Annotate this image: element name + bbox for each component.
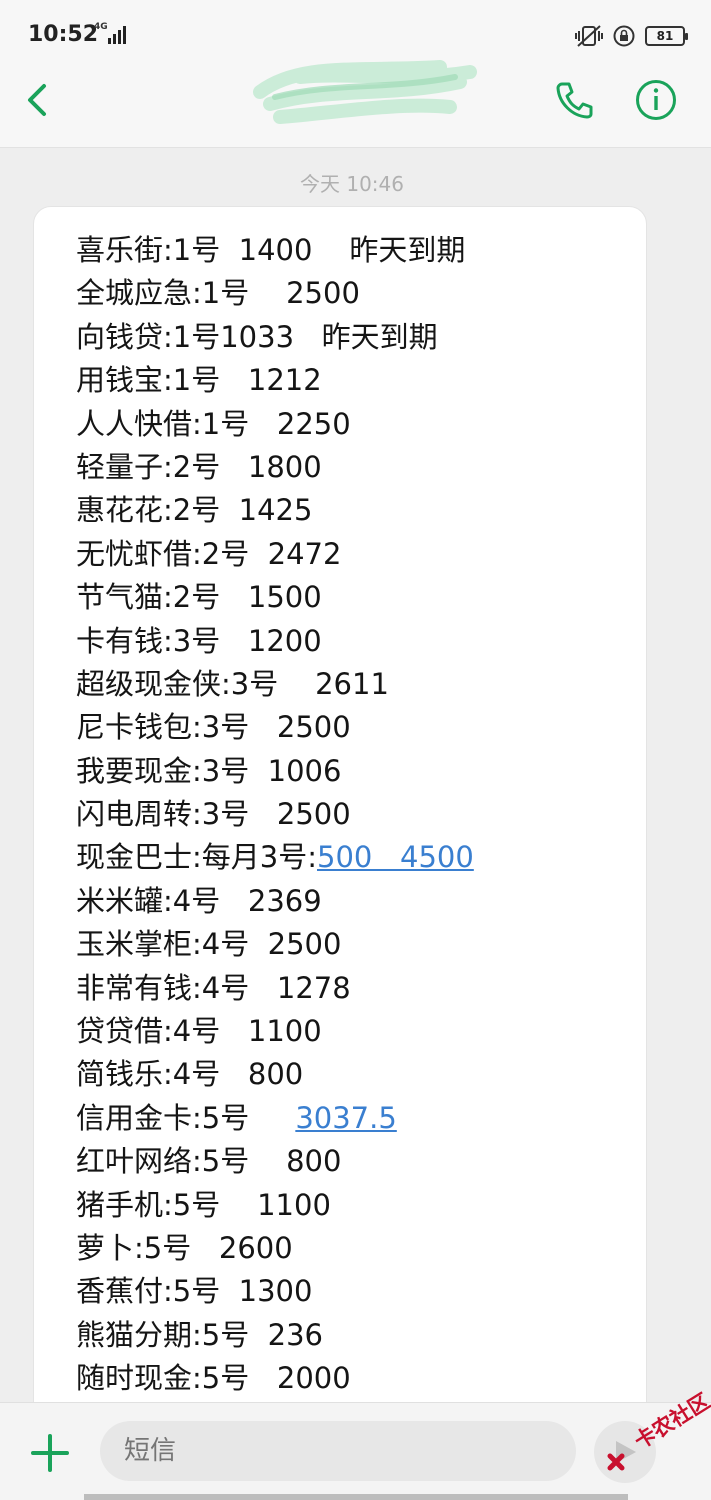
battery-icon: 81 bbox=[645, 26, 688, 46]
message-line: 人人快借:1号 2250 bbox=[76, 403, 474, 446]
message-line-text: 用钱宝:1号 1212 bbox=[76, 363, 322, 398]
message-line: 惠花花:2号 1425 bbox=[76, 489, 474, 532]
message-line-text: 喜乐街:1号 1400 昨天到期 bbox=[76, 233, 466, 267]
message-line: 无忧虾借:2号 2472 bbox=[76, 533, 474, 576]
conversation-header bbox=[0, 60, 711, 148]
message-line-text: 非常有钱:4号 1278 bbox=[76, 970, 351, 1005]
phone-icon[interactable] bbox=[552, 78, 596, 122]
message-line-text: 人人快借:1号 2250 bbox=[76, 406, 351, 441]
message-line: 香蕉付:5号 1300 bbox=[76, 1270, 474, 1313]
rotation-lock-icon bbox=[613, 25, 635, 47]
message-line: 非常有钱:4号 1278 bbox=[76, 967, 474, 1010]
message-line: 红叶网络:5号 800 bbox=[76, 1140, 474, 1183]
message-line-text: 米米罐:4号 2369 bbox=[76, 883, 322, 918]
message-link[interactable]: 500 4500 bbox=[317, 840, 474, 874]
message-line-text: 全城应急:1号 2500 bbox=[76, 276, 360, 311]
message-line: 简钱乐:4号 800 bbox=[76, 1053, 474, 1096]
message-body: 喜乐街:1号 1400 昨天到期 全城应急:1号 2500 向钱贷:1号1033 昨… bbox=[76, 229, 474, 1401]
message-input[interactable] bbox=[100, 1421, 576, 1481]
message-line-text: 萝卜:5号 2600 bbox=[76, 1230, 293, 1265]
message-timestamp: 今天 10:46 bbox=[300, 172, 404, 196]
message-line-text: 猪手机:5号 1100 bbox=[76, 1187, 331, 1222]
message-line-text: 我要现金:3号 1006 bbox=[76, 753, 342, 788]
info-icon[interactable] bbox=[634, 78, 678, 122]
message-line: 我要现金:3号 1006 bbox=[76, 750, 474, 793]
message-line-text: 节气猫:2号 1500 bbox=[76, 580, 322, 615]
message-line-text: 现金巴士:每月3号: bbox=[76, 840, 317, 875]
message-line-text: 红叶网络:5号 800 bbox=[76, 1144, 342, 1179]
message-line-text: 惠花花:2号 1425 bbox=[76, 493, 313, 528]
message-line-text: 向钱贷:1号1033 昨天到期 bbox=[76, 319, 438, 354]
message-line-text: 超级现金侠:3号 2611 bbox=[76, 666, 389, 701]
message-line-text: 卡有钱:3号 1200 bbox=[76, 623, 322, 658]
message-line-text: 随时现金:5号 2000 bbox=[76, 1361, 351, 1396]
message-line: 米米罐:4号 2369 bbox=[76, 880, 474, 923]
message-line: 节气猫:2号 1500 bbox=[76, 576, 474, 619]
signal-icon bbox=[108, 26, 128, 44]
message-line: 全城应急:1号 2500 bbox=[76, 272, 474, 315]
vibrate-icon bbox=[575, 25, 603, 47]
message-line: 贷贷借:4号 1100 bbox=[76, 1010, 474, 1053]
network-type: 4G bbox=[94, 22, 108, 32]
navigation-bar bbox=[84, 1494, 628, 1500]
message-line-text: 尼卡钱包:3号 2500 bbox=[76, 710, 351, 745]
message-line: 超级现金侠:3号 2611 bbox=[76, 663, 474, 706]
message-line: 向钱贷:1号1033 昨天到期 bbox=[76, 316, 474, 359]
message-link[interactable]: 3037.5 bbox=[295, 1101, 396, 1135]
message-bubble[interactable]: 喜乐街:1号 1400 昨天到期 全城应急:1号 2500 向钱贷:1号1033 昨… bbox=[33, 206, 647, 1456]
message-line: 闪电周转:3号 2500 bbox=[76, 793, 474, 836]
message-line-text: 熊猫分期:5号 236 bbox=[76, 1317, 324, 1352]
contact-name-redacted bbox=[253, 60, 477, 124]
status-time: 10:52 bbox=[28, 22, 99, 47]
message-line: 熊猫分期:5号 236 bbox=[76, 1314, 474, 1357]
message-line: 猪手机:5号 1100 bbox=[76, 1184, 474, 1227]
chevron-left-icon[interactable] bbox=[18, 80, 58, 120]
message-line-text: 香蕉付:5号 1300 bbox=[76, 1274, 313, 1309]
message-line-text: 信用金卡:5号 bbox=[76, 1100, 296, 1135]
message-line: 尼卡钱包:3号 2500 bbox=[76, 706, 474, 749]
message-line: 信用金卡:5号 3037.5 bbox=[76, 1097, 474, 1140]
message-line-text: 简钱乐:4号 800 bbox=[76, 1057, 304, 1092]
message-line: 卡有钱:3号 1200 bbox=[76, 620, 474, 663]
plus-icon[interactable] bbox=[30, 1433, 70, 1473]
message-line-text: 贷贷借:4号 1100 bbox=[76, 1014, 322, 1049]
message-line: 萝卜:5号 2600 bbox=[76, 1227, 474, 1270]
message-line: 现金巴士:每月3号:500 4500 bbox=[76, 836, 474, 879]
message-line-text: 闪电周转:3号 2500 bbox=[76, 797, 351, 832]
message-line: 随时现金:5号 2000 bbox=[76, 1357, 474, 1400]
message-line: 喜乐街:1号 1400 昨天到期 bbox=[76, 229, 474, 272]
message-line-text: 玉米掌柜:4号 2500 bbox=[76, 927, 342, 962]
message-line-text: 无忧虾借:2号 2472 bbox=[76, 536, 342, 571]
message-line: 玉米掌柜:4号 2500 bbox=[76, 923, 474, 966]
message-line: 用钱宝:1号 1212 bbox=[76, 359, 474, 402]
message-line: 轻量子:2号 1800 bbox=[76, 446, 474, 489]
message-line-text: 轻量子:2号 1800 bbox=[76, 449, 322, 484]
